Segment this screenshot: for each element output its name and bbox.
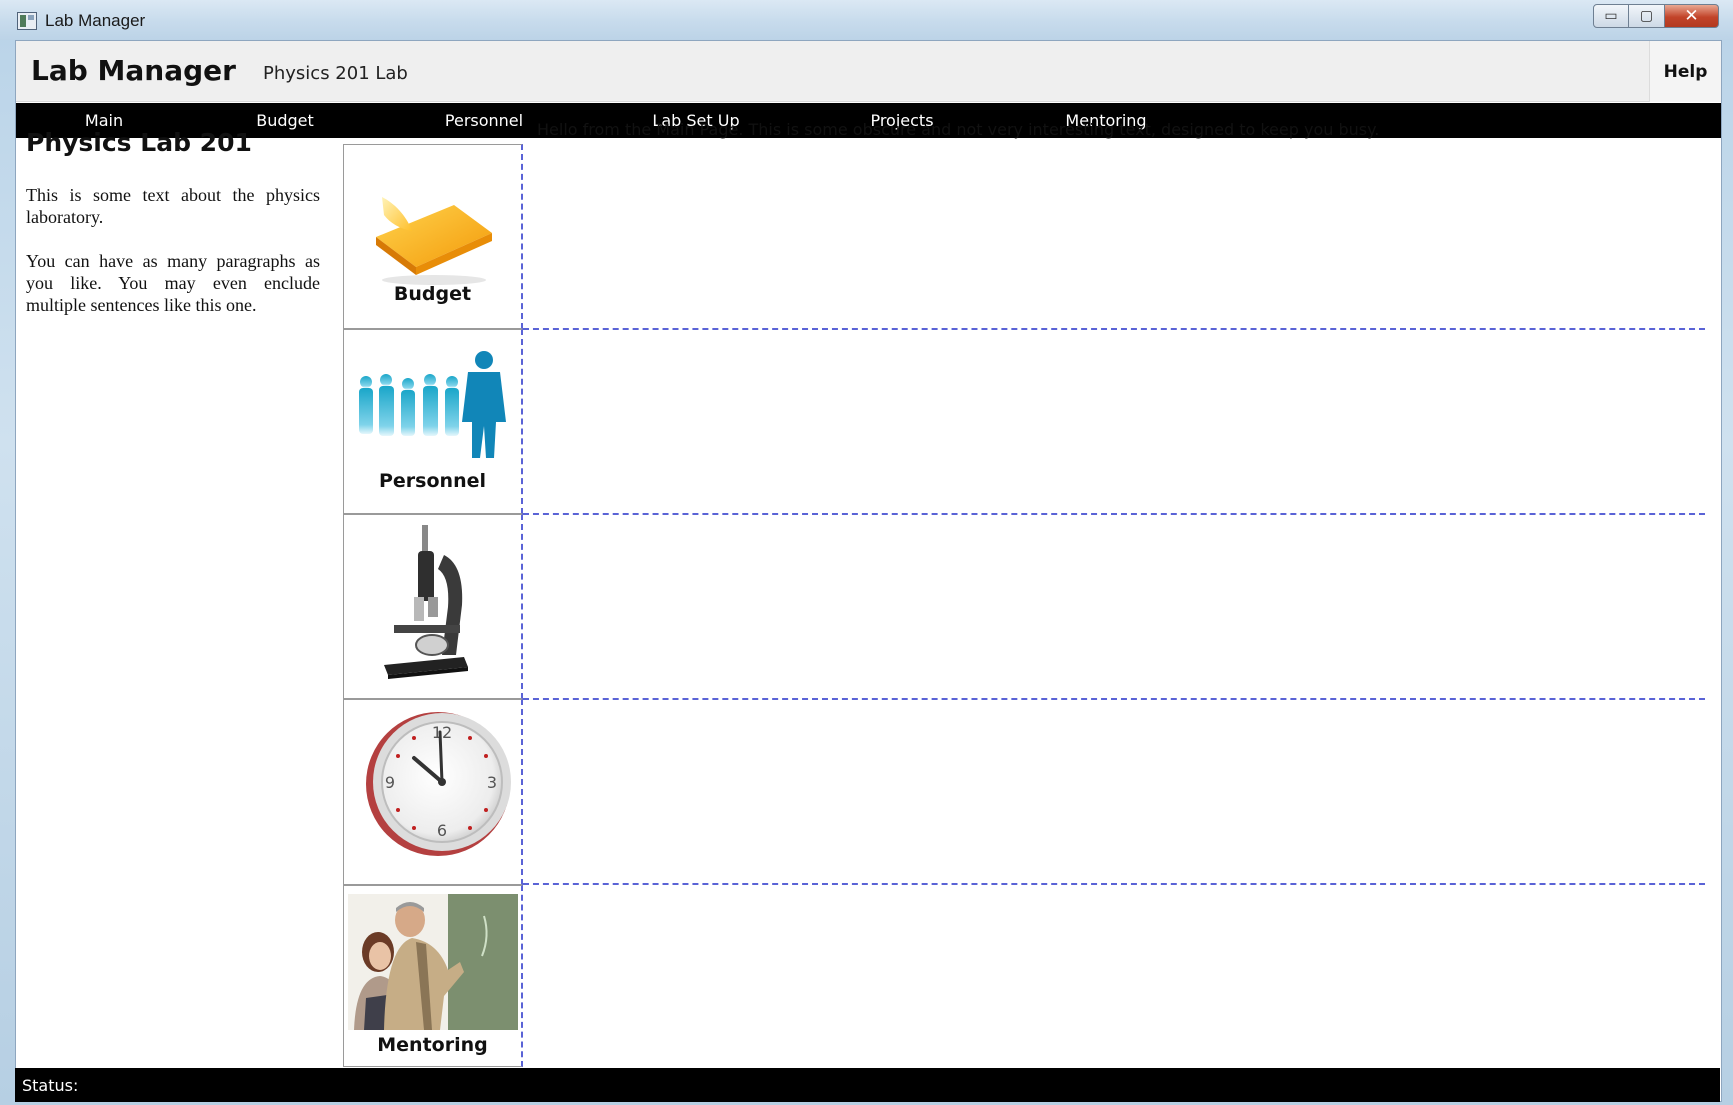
svg-text:9: 9 bbox=[385, 773, 395, 792]
tile-personnel[interactable]: Personnel bbox=[343, 329, 523, 514]
lab-info-panel: Physics Lab 201 This is some text about … bbox=[26, 128, 320, 338]
tile-label: Personnel bbox=[379, 470, 486, 492]
minimize-button[interactable]: ▭ bbox=[1593, 4, 1629, 28]
window-titlebar[interactable]: Lab Manager ▭ ▢ ✕ bbox=[0, 0, 1733, 40]
status-label: Status: bbox=[22, 1076, 79, 1095]
status-bar: Status: bbox=[15, 1068, 1720, 1102]
tile-budget[interactable]: Budget bbox=[343, 144, 523, 329]
row-divider bbox=[523, 698, 1705, 700]
lab-name: Physics 201 Lab bbox=[263, 63, 408, 84]
row-divider bbox=[523, 328, 1705, 330]
tile-projects[interactable]: 12 3 6 9 bbox=[343, 699, 523, 885]
main-page-text: Hello from the Main Page. This is some o… bbox=[537, 120, 1380, 139]
svg-text:12: 12 bbox=[432, 723, 452, 742]
window-controls: ▭ ▢ ✕ bbox=[1593, 4, 1719, 30]
tile-label: Mentoring bbox=[377, 1034, 488, 1056]
tile-label: Budget bbox=[393, 283, 472, 305]
nav-item-personnel[interactable]: Personnel bbox=[445, 103, 523, 138]
clock-icon: 12 3 6 9 bbox=[366, 712, 511, 856]
app-window-icon bbox=[17, 12, 37, 30]
microscope-icon bbox=[384, 525, 468, 679]
close-button[interactable]: ✕ bbox=[1665, 4, 1719, 28]
lab-paragraph: You can have as many paragraphs as you l… bbox=[26, 251, 320, 315]
svg-text:3: 3 bbox=[487, 773, 497, 792]
window-title: Lab Manager bbox=[45, 11, 146, 30]
tile-mentoring[interactable]: Mentoring bbox=[343, 885, 523, 1067]
row-divider bbox=[523, 513, 1705, 515]
maximize-button[interactable]: ▢ bbox=[1629, 4, 1665, 28]
lab-title: Physics Lab 201 bbox=[26, 128, 252, 157]
row-divider bbox=[523, 883, 1705, 885]
tile-lab-set-up[interactable] bbox=[343, 514, 523, 699]
app-header: Lab Manager Physics 201 Lab Help bbox=[16, 41, 1721, 102]
lab-paragraph: This is some text about the physics labo… bbox=[26, 185, 320, 227]
svg-text:6: 6 bbox=[437, 821, 447, 840]
app-name: Lab Manager bbox=[31, 54, 236, 87]
help-button[interactable]: Help bbox=[1649, 41, 1721, 102]
